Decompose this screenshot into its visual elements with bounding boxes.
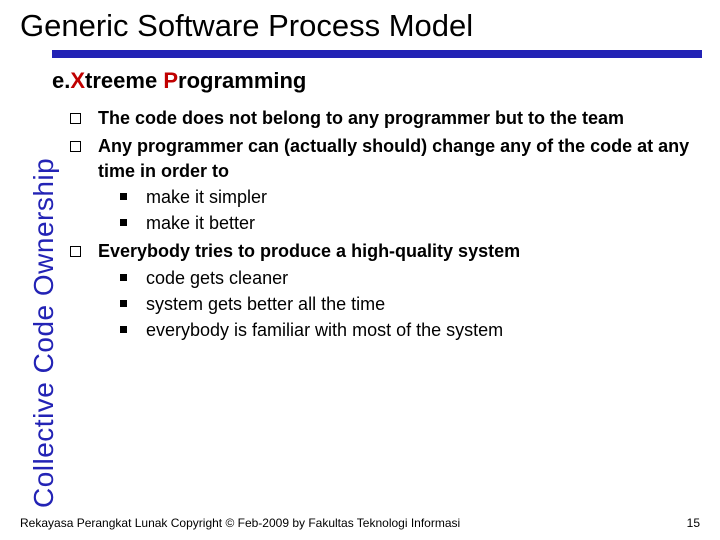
bullet-text: Any programmer can (actually should) cha…: [98, 136, 689, 180]
subtitle-part-e: e.: [52, 68, 70, 93]
bullet-item: Any programmer can (actually should) cha…: [70, 134, 720, 235]
slide-footer: Rekayasa Perangkat Lunak Copyright © Feb…: [20, 516, 700, 530]
subtitle: e.Xtreeme Programming: [52, 68, 720, 94]
slide-number: 15: [687, 516, 700, 530]
subtitle-part-treeme: treeme: [85, 68, 163, 93]
slide-header: Generic Software Process Model: [0, 0, 720, 48]
subtitle-part-p: P: [163, 68, 178, 93]
sub-bullet-item: everybody is familiar with most of the s…: [120, 318, 720, 342]
bullet-text: The code does not belong to any programm…: [98, 108, 624, 128]
subtitle-part-x: X: [70, 68, 85, 93]
sub-bullet-list: make it simpler make it better: [98, 185, 720, 236]
footer-text: Rekayasa Perangkat Lunak Copyright © Feb…: [20, 516, 460, 530]
title-underline: [52, 50, 702, 58]
sub-bullet-item: system gets better all the time: [120, 292, 720, 316]
slide-title: Generic Software Process Model: [20, 8, 700, 44]
bullet-item: The code does not belong to any programm…: [70, 106, 720, 130]
sub-bullet-item: code gets cleaner: [120, 266, 720, 290]
sub-bullet-item: make it better: [120, 211, 720, 235]
sub-bullet-item: make it simpler: [120, 185, 720, 209]
subtitle-part-rogramming: rogramming: [178, 68, 306, 93]
bullet-text: Everybody tries to produce a high-qualit…: [98, 241, 520, 261]
content-area: e.Xtreeme Programming The code does not …: [0, 58, 720, 343]
sub-bullet-list: code gets cleaner system gets better all…: [98, 266, 720, 343]
bullet-list: The code does not belong to any programm…: [52, 106, 720, 343]
bullet-item: Everybody tries to produce a high-qualit…: [70, 239, 720, 342]
